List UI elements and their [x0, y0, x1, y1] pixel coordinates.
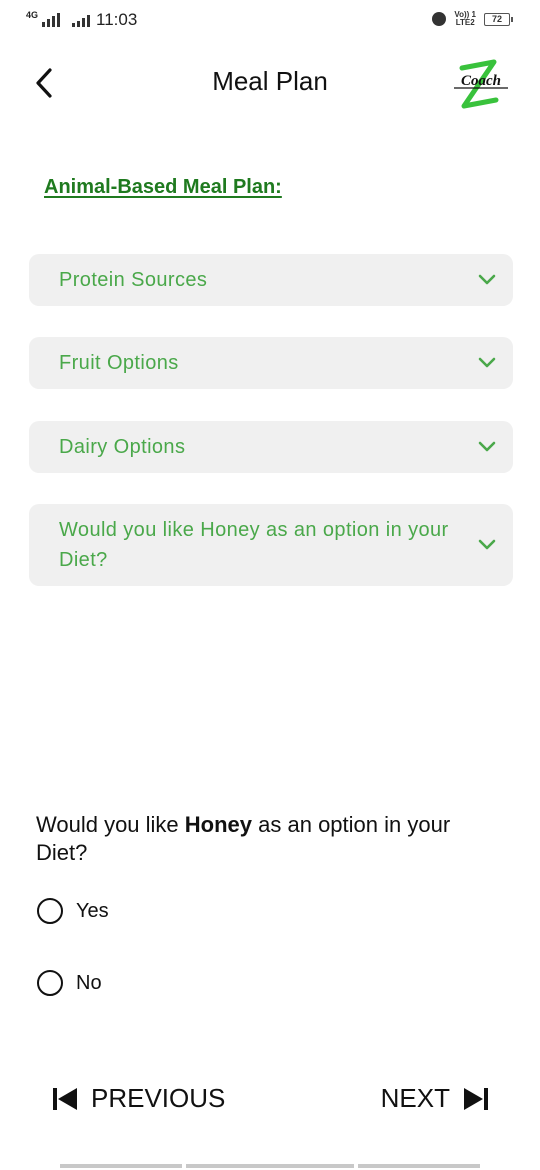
volte-indicator: Vo)) 1 LTE2: [454, 11, 476, 27]
accordion-label: Would you like Honey as an option in you…: [59, 519, 449, 571]
clock-time: 11:03: [96, 10, 138, 29]
question-prefix: Would you like: [36, 812, 185, 837]
volte-line2: LTE2: [455, 18, 475, 27]
alarm-icon: [432, 12, 447, 26]
accordion-label: Protein Sources: [59, 269, 208, 291]
option-yes-label: Yes: [76, 899, 109, 922]
accordion-label: Fruit Options: [59, 352, 179, 374]
skip-previous-icon: [53, 1087, 77, 1110]
previous-label: PREVIOUS: [91, 1083, 226, 1113]
progress-segment-3: [358, 1164, 480, 1168]
accordion-honey-option[interactable]: Would you like Honey as an option in you…: [29, 504, 513, 586]
chevron-down-icon: [478, 539, 496, 550]
signal-icon-2: [72, 13, 91, 27]
accordion-protein-sources[interactable]: Protein Sources: [29, 254, 513, 306]
next-label: NEXT: [380, 1083, 450, 1113]
signal-icon: [42, 13, 61, 27]
honey-question: Would you like Honey as an option in you…: [36, 811, 506, 867]
accordion-label: Dairy Options: [59, 436, 186, 458]
status-left: 4G 11:03: [26, 10, 137, 30]
progress-segment-1: [60, 1164, 182, 1168]
status-right: Vo)) 1 LTE2 72: [432, 11, 513, 27]
chevron-down-icon: [478, 274, 496, 285]
radio-button-yes[interactable]: [37, 898, 63, 924]
app-header: Meal Plan Coach: [0, 50, 540, 120]
option-no[interactable]: No: [37, 970, 102, 996]
logo-text: Coach: [461, 73, 501, 89]
next-button[interactable]: NEXT: [381, 1083, 490, 1114]
status-bar: 4G 11:03 Vo)) 1 LTE2 72: [0, 0, 540, 44]
question-bold: Honey: [184, 812, 253, 837]
accordion-dairy-options[interactable]: Dairy Options: [29, 421, 513, 473]
battery-icon: 72: [484, 12, 513, 26]
coach-z-logo: Coach: [450, 54, 512, 112]
skip-next-icon: [464, 1087, 488, 1110]
option-yes[interactable]: Yes: [37, 898, 109, 924]
radio-button-no[interactable]: [37, 970, 63, 996]
progress-segment-2: [186, 1164, 354, 1168]
option-no-label: No: [76, 971, 102, 994]
accordion-fruit-options[interactable]: Fruit Options: [29, 337, 513, 389]
section-title: Animal-Based Meal Plan:: [44, 176, 282, 198]
chevron-down-icon: [478, 441, 496, 452]
previous-button[interactable]: PREVIOUS: [51, 1083, 225, 1114]
network-type: 4G: [26, 10, 39, 20]
chevron-down-icon: [478, 357, 496, 368]
